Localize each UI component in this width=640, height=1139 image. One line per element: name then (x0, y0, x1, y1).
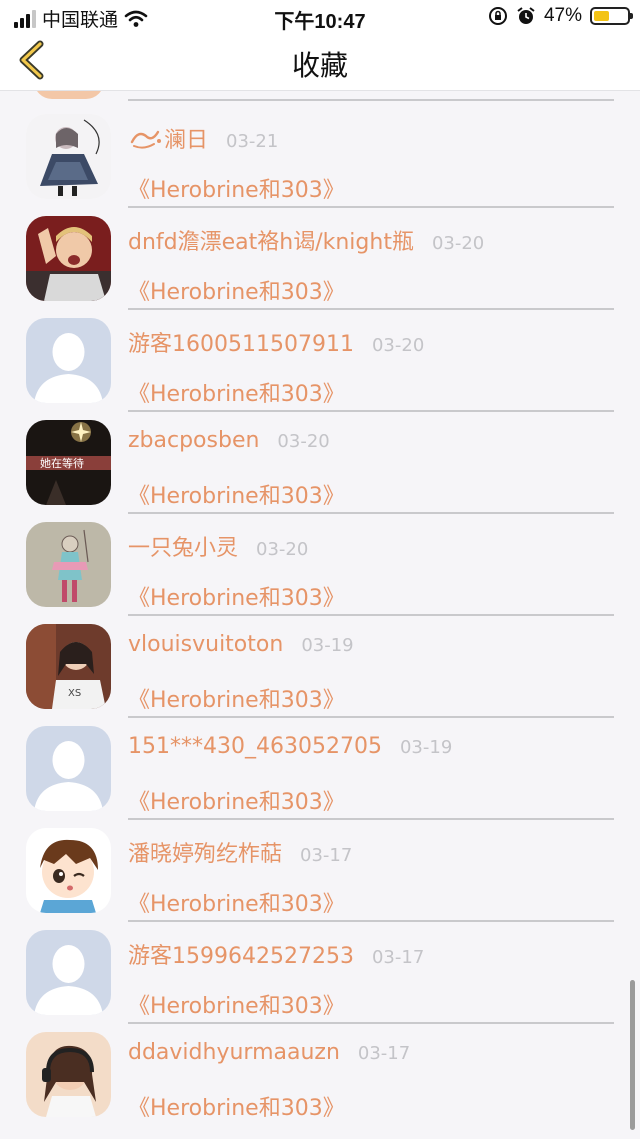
list-item[interactable]: XS vlouisvuitoton 03-19 《Herobrine和303》 (0, 616, 640, 718)
scrollbar[interactable] (630, 980, 635, 1130)
user-name: zbacposben (128, 428, 260, 453)
item-header: 游客1600511507911 03-20 (128, 326, 424, 358)
work-title-link[interactable]: 《Herobrine和303》 (128, 682, 345, 714)
avatar: 她在等待 (26, 420, 111, 505)
item-date: 03-20 (277, 431, 330, 452)
work-title-link[interactable]: 《Herobrine和303》 (128, 886, 345, 918)
item-date: 03-17 (357, 1043, 411, 1064)
avatar (34, 91, 104, 99)
item-header: 潘晓婷殉纥柞萜 03-17 (128, 836, 352, 868)
user-name: 一只兔小灵 (128, 536, 239, 561)
avatar (26, 318, 111, 403)
list-item[interactable]: 游客1600511507911 03-20 《Herobrine和303》 (0, 310, 640, 412)
item-date: 03-20 (371, 335, 425, 356)
avatar (26, 930, 111, 1015)
item-date: 03-20 (431, 233, 485, 254)
avatar-caption: 她在等待 (40, 456, 84, 470)
user-name: 游客1599642527253 (128, 944, 354, 969)
item-header: dnfd澹漂eat袼h谒/knight瓶 03-20 (128, 224, 484, 256)
list-item[interactable]: 一只兔小灵 03-20 《Herobrine和303》 (0, 514, 640, 616)
user-name: 澜日 (164, 128, 209, 153)
user-name: 游客1600511507911 (128, 332, 354, 357)
svg-text:XS: XS (68, 688, 81, 699)
user-name: 潘晓婷殉纥柞萜 (128, 842, 283, 867)
default-avatar-icon (26, 930, 111, 1015)
status-bar: 中国联通 下午10:47 47% (0, 0, 640, 34)
avatar (26, 114, 111, 199)
avatar (26, 828, 111, 913)
battery-icon (590, 7, 633, 25)
item-header: 澜日 03-21 (128, 122, 278, 154)
list-item[interactable]: 游客1599642527253 03-17 《Herobrine和303》 (0, 922, 640, 1024)
item-header: zbacposben 03-20 (128, 428, 330, 453)
user-name: dnfd澹漂eat袼h谒/knight瓶 (128, 230, 414, 255)
item-header: ddavidhyurmaauzn 03-17 (128, 1040, 410, 1065)
user-name: vlouisvuitoton (128, 632, 284, 657)
item-date: 03-21 (226, 131, 279, 152)
item-date: 03-20 (256, 539, 309, 560)
item-date: 03-19 (301, 635, 354, 656)
item-date: 03-19 (399, 737, 453, 758)
list-item[interactable]: dnfd澹漂eat袼h谒/knight瓶 03-20 《Herobrine和303… (0, 208, 640, 310)
work-title-link[interactable]: 《Herobrine和303》 (128, 172, 345, 204)
avatar (26, 522, 111, 607)
work-title-link[interactable]: 《Herobrine和303》 (128, 274, 345, 306)
anime-girl-dark-dress-image (26, 114, 111, 199)
cartoon-boy-image (26, 828, 111, 913)
item-header: vlouisvuitoton 03-19 (128, 632, 354, 657)
row-divider (128, 99, 614, 101)
list-item[interactable]: 151***430_463052705 03-19 《Herobrine和303》 (0, 718, 640, 820)
avatar (26, 726, 111, 811)
user-name: 151***430_463052705 (128, 734, 382, 759)
user-name: ddavidhyurmaauzn (128, 1040, 340, 1065)
work-title-link[interactable]: 《Herobrine和303》 (128, 376, 345, 408)
alarm-icon (517, 7, 535, 24)
nav-bar: 收藏 (0, 34, 640, 91)
avatar (26, 1032, 111, 1117)
favorites-list: 澜日 03-21 《Herobrine和303》 dnfd澹漂eat袼h谒/kni… (0, 91, 640, 1139)
list-item[interactable]: 潘晓婷殉纥柞萜 03-17 《Herobrine和303》 (0, 820, 640, 922)
list-item[interactable]: ddavidhyurmaauzn 03-17 《Herobrine和303》 (0, 1024, 640, 1126)
avatar: XS (26, 624, 111, 709)
avatar (26, 216, 111, 301)
swirl-icon (130, 130, 161, 149)
item-header: 游客1599642527253 03-17 (128, 938, 424, 970)
item-header: 一只兔小灵 03-20 (128, 530, 308, 562)
default-avatar-icon (26, 318, 111, 403)
work-title-link[interactable]: 《Herobrine和303》 (128, 988, 345, 1020)
battery-fill (594, 11, 610, 21)
list-item[interactable]: 澜日 03-21 《Herobrine和303》 (0, 106, 640, 208)
default-avatar-icon (26, 726, 111, 811)
child-photo-image (26, 216, 111, 301)
work-title-link[interactable]: 《Herobrine和303》 (128, 1090, 345, 1122)
status-right: 47% (488, 5, 633, 27)
girl-headphones-image (26, 1032, 111, 1117)
battery-percent: 47% (543, 5, 582, 26)
orientation-lock-icon (488, 7, 507, 25)
item-header: 151***430_463052705 03-19 (128, 734, 452, 759)
work-title-link[interactable]: 《Herobrine和303》 (128, 478, 345, 510)
item-date: 03-17 (300, 845, 353, 866)
item-date: 03-17 (371, 947, 425, 968)
work-title-link[interactable]: 《Herobrine和303》 (128, 580, 345, 612)
girl-photo-image: XS (26, 624, 111, 709)
dark-sparkle-image: 她在等待 (26, 420, 111, 505)
work-title-link[interactable]: 《Herobrine和303》 (128, 784, 345, 816)
sketch-figure-image (26, 522, 111, 607)
page-title: 收藏 (291, 49, 348, 82)
list-item[interactable]: 她在等待 zbacposben 03-20 《Herobrine和303》 (0, 412, 640, 514)
